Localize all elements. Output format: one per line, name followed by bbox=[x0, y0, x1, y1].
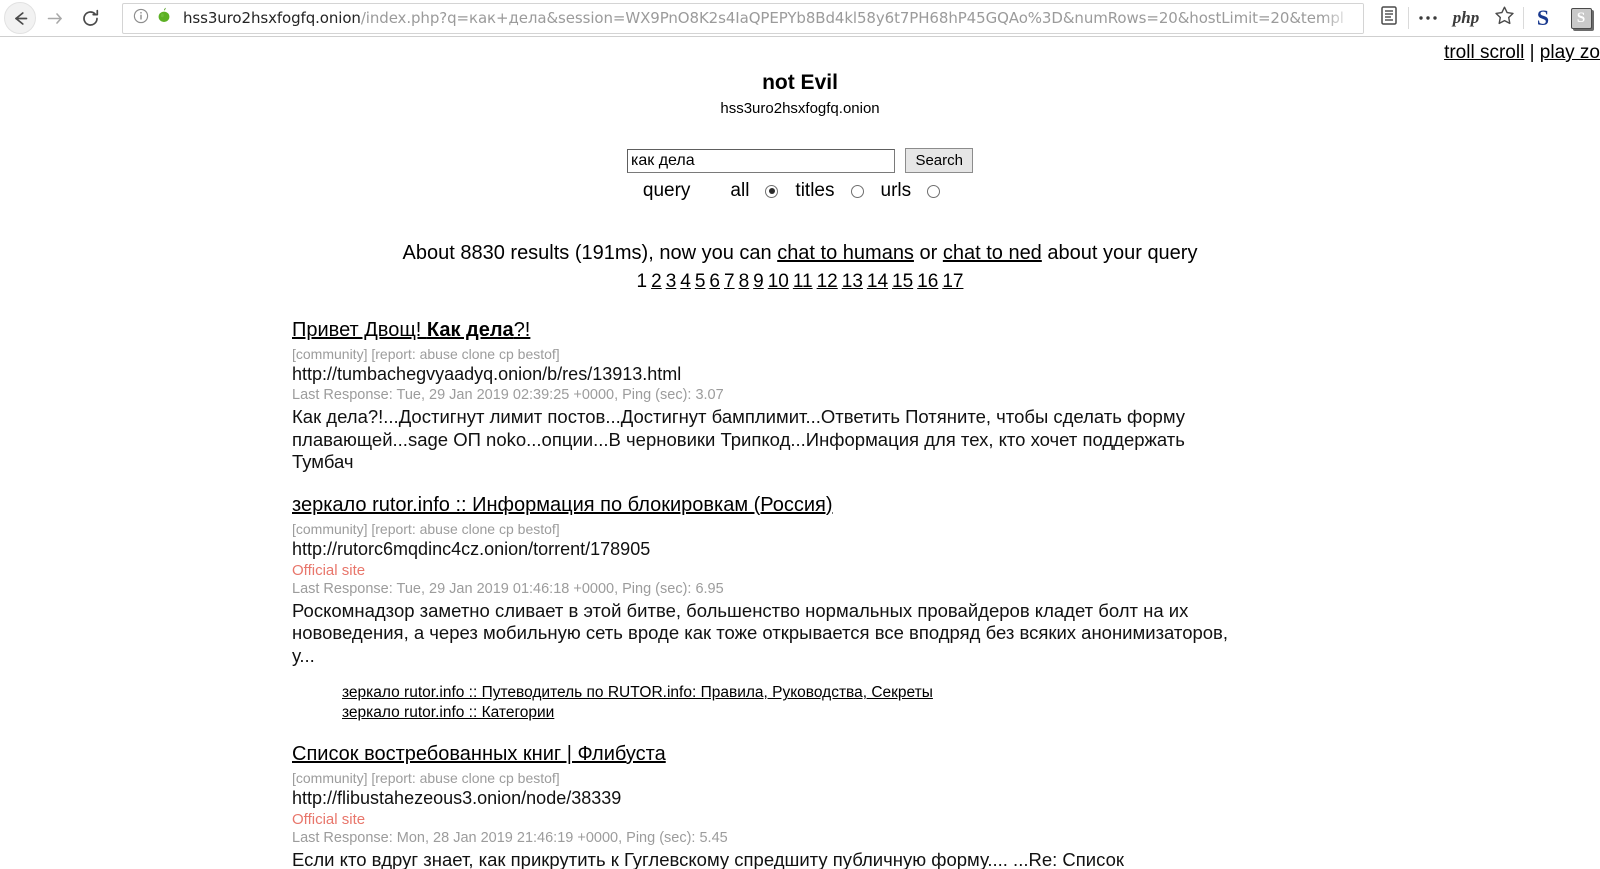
search-result: Список востребованных книг | Флибуста [co… bbox=[292, 743, 1570, 869]
bookmark-button[interactable] bbox=[1485, 0, 1523, 36]
result-title-highlight: Как дела bbox=[426, 319, 514, 341]
page-title: not Evil bbox=[762, 71, 838, 94]
troll-scroll-link[interactable]: troll scroll bbox=[1444, 42, 1524, 63]
s-blue-extension-button[interactable]: S bbox=[1524, 0, 1562, 36]
radio-all[interactable] bbox=[765, 184, 779, 198]
radio-titles[interactable] bbox=[850, 184, 864, 198]
pagination-page-8[interactable]: 8 bbox=[739, 271, 750, 292]
result-snippet: Если кто вдруг знает, как прикрутить к Г… bbox=[292, 849, 1124, 869]
corner-links: troll scroll | play zo bbox=[1444, 42, 1600, 64]
search-result: зеркало rutor.info :: Информация по блок… bbox=[292, 494, 1570, 723]
pagination-page-6[interactable]: 6 bbox=[709, 271, 720, 292]
reader-view-button[interactable] bbox=[1370, 0, 1408, 36]
result-response-info: Last Response: Tue, 29 Jan 2019 02:39:25… bbox=[292, 387, 724, 403]
radio-label-titles: titles bbox=[795, 180, 835, 201]
url-path: /index.php?q=как+дела&session=WX9PnO8K2s… bbox=[360, 9, 1344, 27]
pagination-page-16[interactable]: 16 bbox=[917, 271, 938, 292]
chat-to-humans-link[interactable]: chat to humans bbox=[777, 242, 914, 264]
result-snippet: Как дела?!...Достигнут лимит постов...До… bbox=[292, 406, 1186, 473]
radio-label-all: all bbox=[730, 180, 750, 201]
results-meta-middle: or bbox=[913, 242, 943, 264]
pagination: 1 2 3 4 5 6 7 8 9 10 11 12 13 14 15 16 17 bbox=[0, 271, 1600, 293]
search-scope-options: query all titles urls bbox=[0, 180, 1600, 202]
info-circle-icon[interactable] bbox=[133, 8, 149, 29]
onion-icon bbox=[156, 7, 172, 29]
pagination-page-17[interactable]: 17 bbox=[942, 271, 963, 292]
results-meta-suffix: about your query bbox=[1041, 242, 1198, 264]
pagination-page-3[interactable]: 3 bbox=[666, 271, 677, 292]
search-result: Привет Двощ! Как дела?! [community] [repo… bbox=[292, 319, 1570, 474]
overflow-menu-icon bbox=[1417, 9, 1439, 27]
pagination-page-2[interactable]: 2 bbox=[651, 271, 662, 292]
back-button[interactable] bbox=[4, 2, 36, 34]
s-gray-extension-button[interactable]: S bbox=[1562, 0, 1600, 36]
pagination-page-11[interactable]: 11 bbox=[793, 271, 813, 292]
pagination-current: 1 bbox=[636, 271, 648, 292]
result-tags[interactable]: [community] [report: abuse clone cp best… bbox=[292, 346, 1570, 362]
result-official-badge: Official site bbox=[292, 561, 366, 579]
result-title-link[interactable]: зеркало rutor.info :: Информация по блок… bbox=[292, 494, 833, 516]
address-bar[interactable]: hss3uro2hsxfogfq.onion/index.php?q=как+д… bbox=[122, 2, 1364, 34]
play-zo-link[interactable]: play zo bbox=[1540, 42, 1600, 63]
pagination-page-9[interactable]: 9 bbox=[753, 271, 764, 292]
result-url[interactable]: http://tumbachegvyaadyq.onion/b/res/1391… bbox=[292, 364, 1570, 385]
result-response-info: Last Response: Mon, 28 Jan 2019 21:46:19… bbox=[292, 830, 728, 847]
results-summary: About 8830 results (191ms), now you can … bbox=[0, 242, 1600, 265]
search-button[interactable]: Search bbox=[905, 148, 973, 173]
pagination-page-14[interactable]: 14 bbox=[867, 271, 888, 292]
forward-arrow-icon bbox=[45, 9, 64, 28]
php-extension-button[interactable]: php bbox=[1447, 0, 1485, 36]
back-arrow-icon bbox=[11, 9, 30, 28]
result-title-row: зеркало rutor.info :: Информация по блок… bbox=[292, 494, 1570, 517]
search-results-list: Привет Двощ! Как дела?! [community] [repo… bbox=[0, 319, 1600, 869]
overflow-menu-button[interactable] bbox=[1409, 0, 1447, 36]
site-domain: hss3uro2hsxfogfq.onion bbox=[720, 100, 880, 117]
result-title-link[interactable]: Привет Двощ! Как дела?! bbox=[292, 319, 530, 341]
search-form: Search query all titles urls bbox=[0, 148, 1600, 202]
result-sublinks: зеркало rutor.info :: Путеводитель по RU… bbox=[342, 683, 1570, 723]
address-bar-url: hss3uro2hsxfogfq.onion/index.php?q=как+д… bbox=[183, 9, 1363, 27]
result-title-text: Привет Двощ! bbox=[292, 319, 427, 341]
star-outline-icon bbox=[1494, 5, 1515, 31]
s-blue-extension-label: S bbox=[1536, 5, 1550, 30]
corner-separator: | bbox=[1524, 42, 1540, 63]
browser-toolbar: hss3uro2hsxfogfq.onion/index.php?q=как+д… bbox=[0, 0, 1600, 37]
result-url[interactable]: http://rutorc6mqdinc4cz.onion/torrent/17… bbox=[292, 539, 1570, 560]
result-tags[interactable]: [community] [report: abuse clone cp best… bbox=[292, 521, 1570, 537]
pagination-page-12[interactable]: 12 bbox=[817, 271, 838, 292]
reload-icon bbox=[80, 8, 101, 29]
result-snippet: Роскомнадзор заметно сливает в этой битв… bbox=[292, 599, 1229, 666]
page-content: troll scroll | play zo not Evil hss3uro2… bbox=[0, 37, 1600, 869]
result-response-info: Last Response: Tue, 29 Jan 2019 01:46:18… bbox=[292, 580, 724, 597]
result-tags[interactable]: [community] [report: abuse clone cp best… bbox=[292, 770, 1570, 786]
forward-button[interactable] bbox=[36, 0, 72, 36]
pagination-page-13[interactable]: 13 bbox=[842, 271, 863, 292]
result-title-row: Список востребованных книг | Флибуста bbox=[292, 743, 1570, 766]
result-official-badge: Official site bbox=[292, 811, 366, 829]
query-label: query bbox=[642, 180, 691, 201]
pagination-page-5[interactable]: 5 bbox=[695, 271, 706, 292]
results-count-prefix: About 8830 results (191ms), now you can bbox=[402, 242, 778, 264]
result-title-tail: ?! bbox=[513, 319, 531, 341]
chat-to-ned-link[interactable]: chat to ned bbox=[943, 242, 1042, 264]
reader-view-icon bbox=[1379, 5, 1399, 31]
pagination-page-10[interactable]: 10 bbox=[768, 271, 789, 292]
result-sublink[interactable]: зеркало rutor.info :: Категории bbox=[342, 703, 1570, 723]
pagination-page-7[interactable]: 7 bbox=[724, 271, 735, 292]
s-gray-extension-label: S bbox=[1570, 7, 1592, 29]
result-url[interactable]: http://flibustahezeous3.onion/node/38339 bbox=[292, 788, 1570, 809]
search-input[interactable] bbox=[627, 148, 895, 173]
radio-label-urls: urls bbox=[880, 180, 912, 201]
php-extension-label: php bbox=[1452, 8, 1480, 27]
radio-urls[interactable] bbox=[927, 184, 941, 198]
pagination-page-15[interactable]: 15 bbox=[892, 271, 913, 292]
result-title-row: Привет Двощ! Как дела?! bbox=[292, 319, 1570, 342]
url-host: hss3uro2hsxfogfq.onion bbox=[183, 9, 361, 27]
result-sublink[interactable]: зеркало rutor.info :: Путеводитель по RU… bbox=[342, 683, 1570, 703]
pagination-page-4[interactable]: 4 bbox=[680, 271, 691, 292]
reload-button[interactable] bbox=[72, 0, 108, 36]
result-title-link[interactable]: Список востребованных книг | Флибуста bbox=[292, 743, 666, 765]
